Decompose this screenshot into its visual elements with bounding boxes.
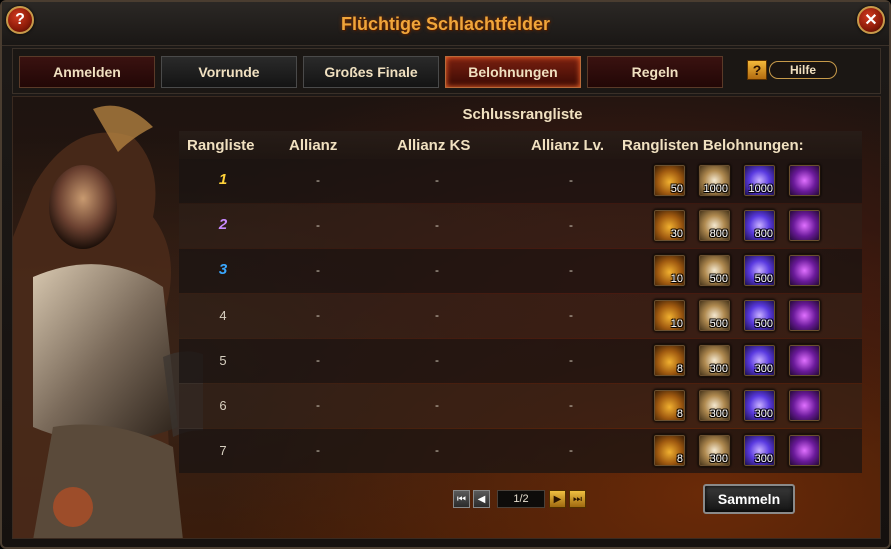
gem-icon[interactable]: 500 bbox=[743, 254, 776, 287]
alliance-value: - bbox=[316, 173, 320, 187]
alliance-ks-value: - bbox=[435, 398, 439, 412]
orb-icon[interactable]: 1000 bbox=[698, 164, 731, 197]
alliance-lv-value: - bbox=[569, 308, 573, 322]
page-indicator: 1/2 bbox=[497, 490, 545, 508]
alliance-value: - bbox=[316, 353, 320, 367]
gold-chest-icon[interactable]: 8 bbox=[653, 389, 686, 422]
gold-chest-icon[interactable]: 8 bbox=[653, 344, 686, 377]
mystery-box-icon[interactable] bbox=[788, 299, 821, 332]
orb-icon[interactable]: 300 bbox=[698, 344, 731, 377]
battlefield-window: ? Flüchtige Schlachtfelder ✕ Anmelden Vo… bbox=[0, 0, 891, 549]
table-row: 3 - - - 10 500 500 bbox=[179, 249, 862, 293]
tab-anmelden[interactable]: Anmelden bbox=[19, 56, 155, 88]
heroine-illustration bbox=[13, 105, 203, 538]
orb-icon[interactable]: 500 bbox=[698, 299, 731, 332]
alliance-lv-value: - bbox=[569, 353, 573, 367]
rank-value: 6 bbox=[219, 398, 227, 413]
question-icon: ? bbox=[747, 60, 767, 80]
gem-icon[interactable]: 800 bbox=[743, 209, 776, 242]
first-page-button[interactable]: ⏮ bbox=[453, 490, 470, 508]
gold-chest-icon[interactable]: 50 bbox=[653, 164, 686, 197]
mystery-box-icon[interactable] bbox=[788, 254, 821, 287]
close-icon: ✕ bbox=[864, 12, 878, 29]
header-rewards: Ranglisten Belohnungen: bbox=[622, 137, 804, 154]
header-rank: Rangliste bbox=[187, 137, 255, 154]
rank-value: 1 bbox=[218, 171, 228, 188]
gem-icon[interactable]: 1000 bbox=[743, 164, 776, 197]
mystery-box-icon[interactable] bbox=[788, 164, 821, 197]
rank-value: 2 bbox=[218, 216, 228, 233]
alliance-lv-value: - bbox=[569, 218, 573, 232]
alliance-lv-value: - bbox=[569, 398, 573, 412]
mystery-box-icon[interactable] bbox=[788, 434, 821, 467]
rank-value: 4 bbox=[219, 308, 227, 323]
header-alliance: Allianz bbox=[289, 137, 338, 154]
orb-icon[interactable]: 500 bbox=[698, 254, 731, 287]
hilfe-button[interactable]: ? Hilfe bbox=[747, 59, 839, 81]
alliance-ks-value: - bbox=[435, 353, 439, 367]
alliance-value: - bbox=[316, 308, 320, 322]
mystery-box-icon[interactable] bbox=[788, 344, 821, 377]
table-header: Rangliste Allianz Allianz KS Allianz Lv.… bbox=[179, 131, 862, 159]
tab-grosses-finale[interactable]: Großes Finale bbox=[303, 56, 439, 88]
tab-regeln[interactable]: Regeln bbox=[587, 56, 723, 88]
title-bar: ? Flüchtige Schlachtfelder ✕ bbox=[2, 2, 889, 46]
alliance-lv-value: - bbox=[569, 443, 573, 457]
gold-chest-icon[interactable]: 30 bbox=[653, 209, 686, 242]
rewards-content: Schlussrangliste Rangliste Allianz Allia… bbox=[12, 96, 881, 539]
alliance-value: - bbox=[316, 398, 320, 412]
ranking-table: Rangliste Allianz Allianz KS Allianz Lv.… bbox=[179, 131, 862, 477]
header-alliance-lv: Allianz Lv. bbox=[531, 137, 605, 154]
alliance-lv-value: - bbox=[569, 173, 573, 187]
rank-value: 5 bbox=[219, 353, 227, 368]
alliance-ks-value: - bbox=[435, 173, 439, 187]
gem-icon[interactable]: 500 bbox=[743, 299, 776, 332]
table-row: 4 - - - 10 500 500 bbox=[179, 294, 862, 338]
tab-bar: Anmelden Vorrunde Großes Finale Belohnun… bbox=[12, 48, 881, 94]
section-title: Schlussrangliste bbox=[462, 106, 583, 123]
gem-icon[interactable]: 300 bbox=[743, 389, 776, 422]
alliance-ks-value: - bbox=[435, 218, 439, 232]
orb-icon[interactable]: 300 bbox=[698, 434, 731, 467]
gold-chest-icon[interactable]: 10 bbox=[653, 254, 686, 287]
orb-icon[interactable]: 800 bbox=[698, 209, 731, 242]
mystery-box-icon[interactable] bbox=[788, 389, 821, 422]
mystery-box-icon[interactable] bbox=[788, 209, 821, 242]
gem-icon[interactable]: 300 bbox=[743, 344, 776, 377]
alliance-lv-value: - bbox=[569, 263, 573, 277]
rank-value: 7 bbox=[219, 443, 227, 458]
header-alliance-ks: Allianz KS bbox=[397, 137, 471, 154]
last-page-button[interactable]: ⏭ bbox=[569, 490, 586, 508]
prev-page-button[interactable]: ◀ bbox=[473, 490, 490, 508]
alliance-value: - bbox=[316, 218, 320, 232]
hilfe-label: Hilfe bbox=[769, 61, 837, 79]
close-button[interactable]: ✕ bbox=[857, 6, 885, 34]
table-row: 6 - - - 8 300 300 bbox=[179, 384, 862, 428]
table-row: 1 - - - 50 1000 1000 bbox=[179, 159, 862, 203]
tab-belohnungen[interactable]: Belohnungen bbox=[445, 56, 581, 88]
alliance-ks-value: - bbox=[435, 443, 439, 457]
orb-icon[interactable]: 300 bbox=[698, 389, 731, 422]
alliance-ks-value: - bbox=[435, 263, 439, 277]
alliance-value: - bbox=[316, 443, 320, 457]
gem-icon[interactable]: 300 bbox=[743, 434, 776, 467]
table-row: 5 - - - 8 300 300 bbox=[179, 339, 862, 383]
gold-chest-icon[interactable]: 8 bbox=[653, 434, 686, 467]
alliance-value: - bbox=[316, 263, 320, 277]
next-page-button[interactable]: ▶ bbox=[549, 490, 566, 508]
table-row: 7 - - - 8 300 300 bbox=[179, 429, 862, 473]
gold-chest-icon[interactable]: 10 bbox=[653, 299, 686, 332]
tab-vorrunde[interactable]: Vorrunde bbox=[161, 56, 297, 88]
table-row: 2 - - - 30 800 800 bbox=[179, 204, 862, 248]
rank-value: 3 bbox=[218, 261, 228, 278]
window-title: Flüchtige Schlachtfelder bbox=[340, 14, 551, 34]
alliance-ks-value: - bbox=[435, 308, 439, 322]
collect-button[interactable]: Sammeln bbox=[703, 484, 795, 514]
